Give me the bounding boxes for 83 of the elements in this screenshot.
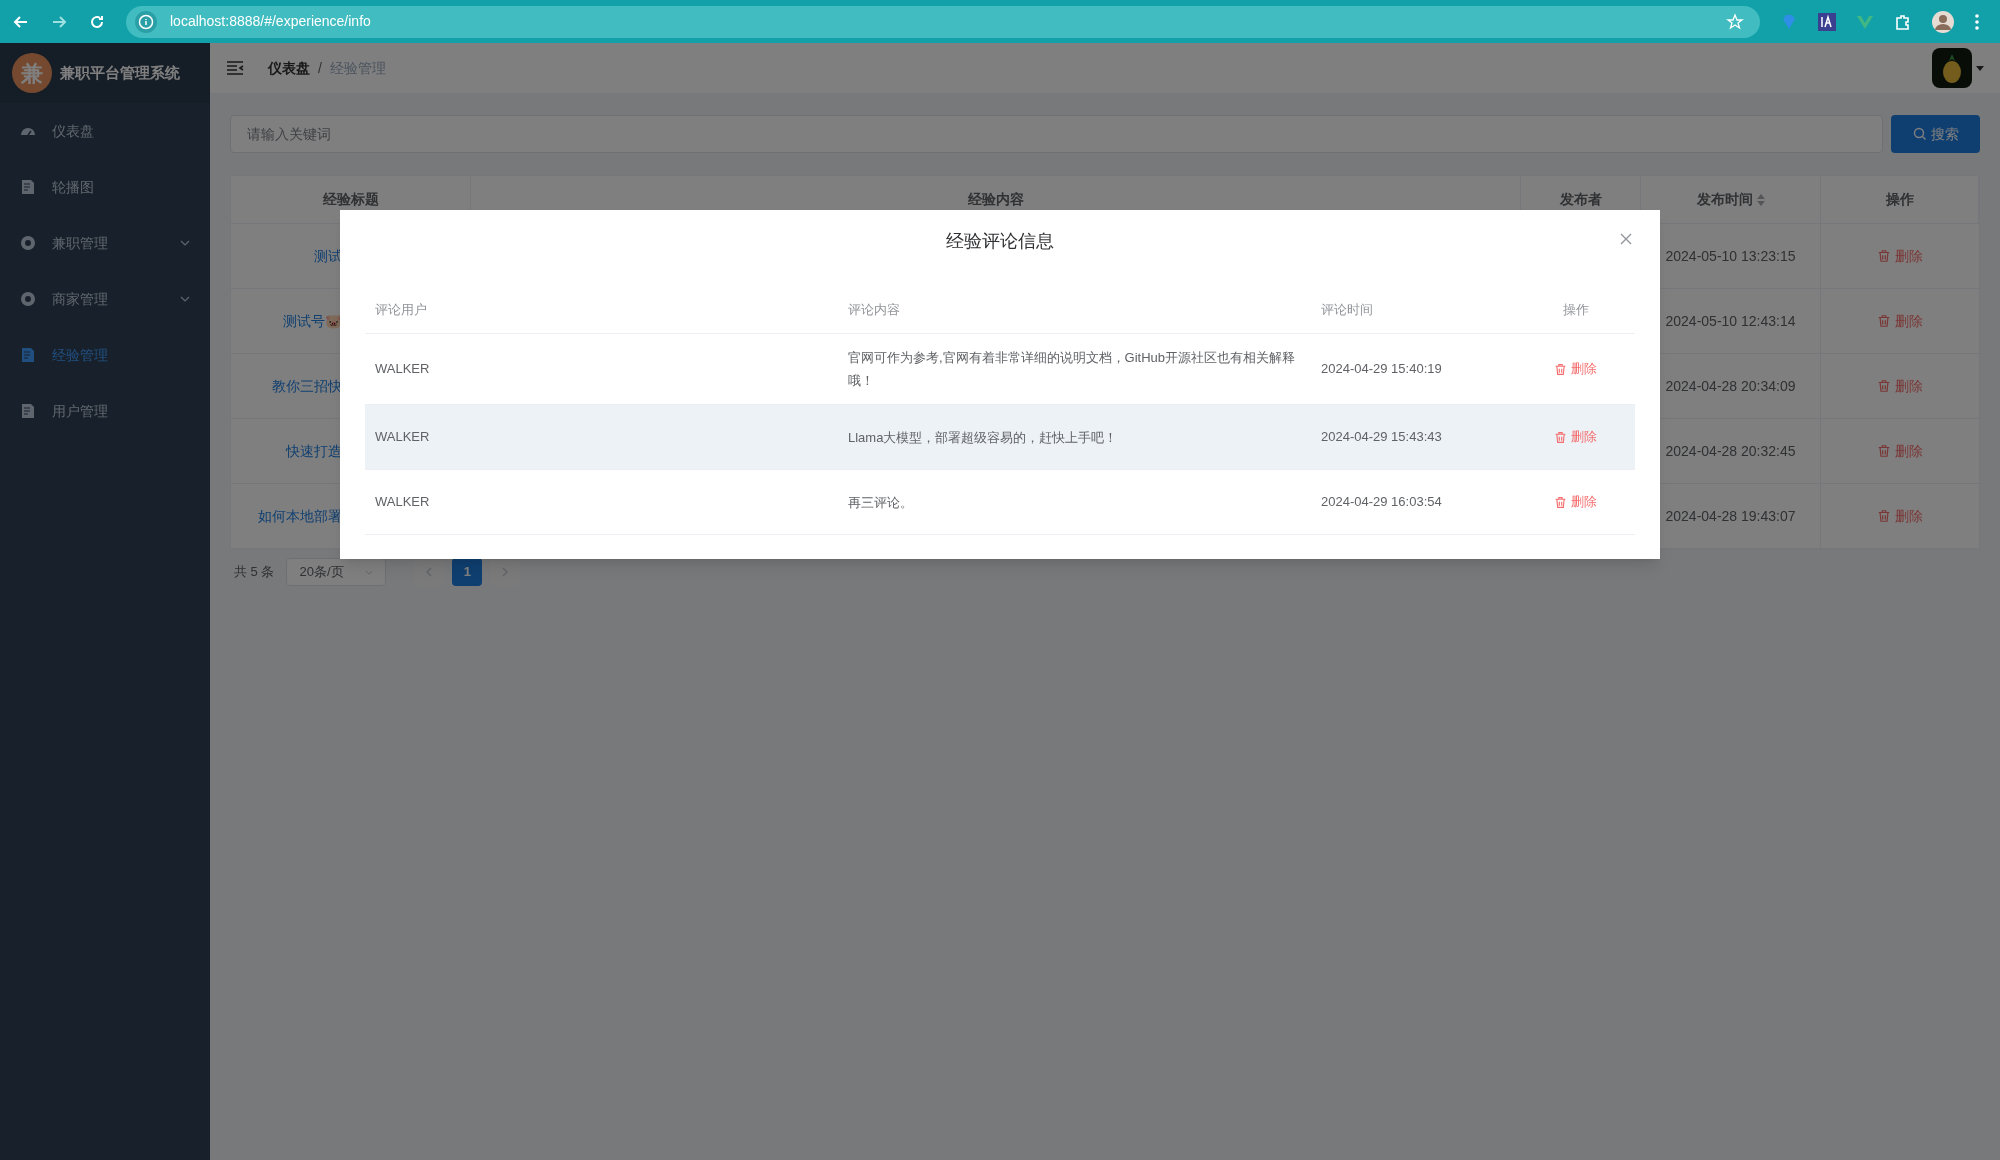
table-cell: 2024-04-29 16:03:54 bbox=[1321, 494, 1442, 510]
chevron-right-icon bbox=[502, 567, 509, 577]
search-button[interactable]: 搜索 bbox=[1891, 115, 1980, 153]
table-cell: WALKER bbox=[375, 429, 430, 445]
puzzle-icon[interactable] bbox=[1894, 12, 1912, 31]
delete-button[interactable]: 删除 bbox=[1877, 505, 1923, 527]
chevron-left-icon bbox=[426, 567, 433, 577]
search-field[interactable]: 请输入关键词 bbox=[230, 115, 1883, 153]
sidebar-item[interactable]: 仪表盘 bbox=[0, 103, 210, 159]
trash-icon bbox=[1554, 362, 1567, 376]
column-header: 发布时间 bbox=[1696, 190, 1753, 209]
trash-icon bbox=[1877, 379, 1891, 393]
trash-icon bbox=[1877, 509, 1891, 523]
menu-icon[interactable] bbox=[226, 60, 244, 76]
title-link[interactable]: 如何本地部署 bbox=[258, 505, 342, 527]
avatar-icon[interactable] bbox=[1932, 48, 1972, 88]
delete-button[interactable]: 删除 bbox=[1877, 440, 1923, 462]
column-header: 经验内容 bbox=[967, 190, 1024, 209]
document-icon bbox=[20, 403, 36, 419]
delete-button[interactable]: 删除 bbox=[1554, 359, 1597, 379]
app-title: 兼职平台管理系统 bbox=[60, 62, 180, 83]
trash-icon bbox=[1877, 249, 1891, 263]
more-icon[interactable] bbox=[1974, 12, 1980, 31]
chevron-icon bbox=[180, 240, 190, 246]
chevron-icon bbox=[180, 296, 190, 302]
table-cell: Llama大模型，部署超级容易的，赶快上手吧！ bbox=[848, 429, 1118, 445]
column-header: 评论内容 bbox=[848, 301, 900, 317]
search-icon bbox=[1912, 127, 1927, 141]
title-link[interactable]: 测试号🐷 bbox=[283, 310, 342, 332]
breadcrumb-link[interactable]: 仪表盘 bbox=[268, 57, 310, 79]
delete-button[interactable]: 删除 bbox=[1554, 492, 1597, 512]
sidebar-item[interactable]: 经验管理 bbox=[0, 327, 210, 383]
chevron-icon bbox=[365, 569, 374, 575]
page-size-select[interactable]: 20条/页 bbox=[286, 558, 387, 586]
delete-button[interactable]: 删除 bbox=[1554, 427, 1597, 447]
sort-icon[interactable] bbox=[1756, 193, 1765, 206]
document-icon bbox=[20, 347, 36, 363]
trash-icon bbox=[1877, 314, 1891, 328]
table-cell: 再三评论。 bbox=[848, 494, 913, 510]
circle-icon bbox=[20, 291, 36, 307]
page-button[interactable]: 1 bbox=[452, 558, 483, 586]
sidebar-item[interactable]: 用户管理 bbox=[0, 383, 210, 439]
breadcrumb-separator: / bbox=[318, 58, 322, 78]
title-link[interactable]: 快速打造 bbox=[286, 440, 342, 462]
trash-icon bbox=[1554, 430, 1567, 444]
info-icon[interactable] bbox=[134, 9, 158, 34]
table-cell: 官网可作为参考,官网有着非常详细的说明文档，GitHub开源社区也有相关解释哦！ bbox=[848, 350, 1296, 388]
table-cell-text: 2024-05-10 13:23:15 bbox=[1665, 246, 1796, 266]
close-icon[interactable] bbox=[1620, 233, 1632, 245]
trash-icon bbox=[1554, 495, 1567, 509]
sidebar-item[interactable]: 轮播图 bbox=[0, 159, 210, 215]
total-count: 共 5 条 bbox=[233, 563, 275, 582]
logo-badge: 兼 bbox=[12, 53, 52, 93]
delete-button[interactable]: 删除 bbox=[1877, 310, 1923, 332]
address-bar[interactable]: localhost:8888/#/experience/info bbox=[126, 5, 1760, 38]
table-cell-text: 2024-04-28 20:34:09 bbox=[1665, 376, 1796, 396]
caret-icon[interactable] bbox=[1976, 65, 1984, 71]
table-cell: 2024-04-29 15:40:19 bbox=[1321, 361, 1442, 377]
delete-button[interactable]: 删除 bbox=[1877, 245, 1923, 267]
dialog-title: 经验评论信息 bbox=[946, 229, 1054, 253]
star-icon[interactable] bbox=[1726, 12, 1744, 31]
column-header: 操作 bbox=[1562, 301, 1589, 317]
sidebar-item[interactable]: 兼职管理 bbox=[0, 215, 210, 271]
table-cell: 2024-04-29 15:43:43 bbox=[1321, 429, 1442, 445]
table-cell-text: 2024-04-28 19:43:07 bbox=[1665, 506, 1796, 526]
table-cell: WALKER bbox=[375, 361, 430, 377]
table-cell: WALKER bbox=[375, 494, 430, 510]
sidebar-item[interactable]: 商家管理 bbox=[0, 271, 210, 327]
column-header: 经验标题 bbox=[322, 190, 379, 209]
circle-icon bbox=[20, 235, 36, 251]
table-cell-text: 2024-05-10 12:43:14 bbox=[1665, 311, 1796, 331]
column-header: 评论用户 bbox=[375, 301, 427, 317]
profile-icon[interactable] bbox=[1932, 10, 1954, 33]
url-text: localhost:8888/#/experience/info bbox=[170, 12, 372, 31]
column-header: 操作 bbox=[1885, 190, 1914, 209]
ide-icon[interactable] bbox=[1818, 12, 1836, 31]
column-header: 评论时间 bbox=[1321, 301, 1373, 317]
document-icon bbox=[20, 179, 36, 195]
title-link[interactable]: 教你三招快 bbox=[272, 375, 342, 397]
trash-icon bbox=[1877, 444, 1891, 458]
table-cell-text: 2024-04-28 20:32:45 bbox=[1665, 441, 1796, 461]
column-header: 发布者 bbox=[1559, 190, 1602, 209]
delete-button[interactable]: 删除 bbox=[1877, 375, 1923, 397]
